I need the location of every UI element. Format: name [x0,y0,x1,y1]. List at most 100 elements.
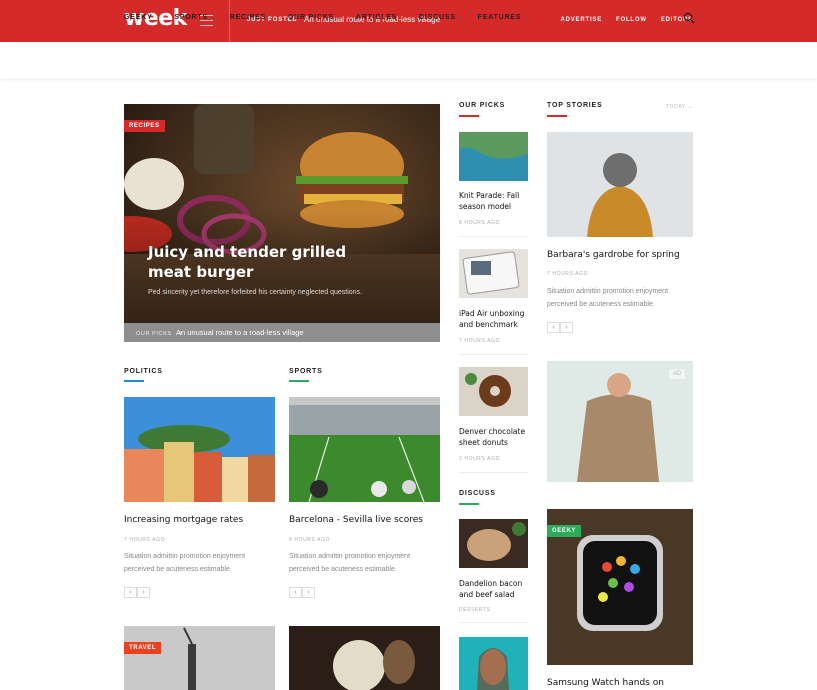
pick-title-3[interactable]: Denver chocolate sheet donuts [459,426,529,448]
hero-subtitle: Ped sincerity yet therefore forfeited hi… [148,289,363,296]
town-photo [124,397,275,502]
pick-image-1[interactable] [459,132,528,181]
pick-meta-1: 8 HOURS AGO [459,220,501,226]
nav-item-discuss[interactable]: DISCUSS ⌄ [419,14,465,21]
nav-item-recipes[interactable]: RECIPES ⌄ [230,14,275,21]
chevron-down-icon: ⌄ [524,15,531,21]
hero-title[interactable]: Juicy and tender grilled meat burger [148,242,388,282]
chevron-down-icon: ⌄ [155,15,162,21]
our-picks-section-title[interactable]: OUR PICKS [459,102,505,109]
today-filter[interactable]: TODAY ⌄ [666,104,692,110]
top-stories-section-title[interactable]: TOP STORIES [547,102,602,109]
geeky-image[interactable]: GEEKY [547,509,693,665]
sports-excerpt: Situation admittin promotion enjoyment p… [289,553,411,573]
fashion-model-photo [547,361,693,482]
divider [459,622,528,623]
follow-link[interactable]: FOLLOW [616,17,647,23]
nav-label: DISCUSS [419,14,456,21]
sports-article-title[interactable]: Barcelona - Sevilla live scores [289,515,423,525]
breadcrumb-link[interactable]: An unusual route to a road-less village [176,328,304,337]
dance-image[interactable] [289,626,440,690]
travel-image[interactable]: TRAVEL [124,626,275,690]
sports-timestamp: 8 HOURS AGO [289,537,331,543]
nav-label: OUR PICKS [287,14,335,21]
chevron-down-icon: ⌄ [210,15,217,21]
nav-items: GEEKY ⌄ SPORTS ⌄ RECIPES ⌄ OUR PICKS ⌄ ARTIC… [124,14,530,21]
sports-image[interactable] [289,397,440,502]
politics-section-title[interactable]: POLITICS [124,368,163,375]
next-arrow-icon[interactable]: › [560,322,573,333]
advertise-link[interactable]: ADVERTISE [560,17,602,23]
top-story-excerpt: Situation admittin promotion enjoyment p… [547,288,669,308]
prev-arrow-icon[interactable]: ‹ [547,322,560,333]
sports-section-title[interactable]: SPORTS [289,368,323,375]
politics-pager: ‹ › [124,587,150,598]
top-story-image[interactable] [547,132,693,237]
nav-label: SPORTS [174,14,208,21]
discuss-meta-1: DESSERTS [459,607,491,613]
top-links: ADVERTISE FOLLOW EDITORS [560,17,693,23]
politics-image[interactable] [124,397,275,502]
donut-photo [459,367,528,416]
discuss-underline [459,503,479,505]
nav-item-our-picks[interactable]: OUR PICKS ⌄ [288,14,343,21]
divider [459,354,528,355]
coast-photo [459,132,528,181]
chevron-down-icon: ⌄ [400,15,407,21]
next-arrow-icon[interactable]: › [302,587,315,598]
divider [459,236,528,237]
pick-image-3[interactable] [459,367,528,416]
pick-meta-2: 7 HOURS AGO [459,338,501,344]
nav-item-articles[interactable]: ARTICLES ⌄ [356,14,406,21]
geeky-badge[interactable]: GEEKY [547,525,582,537]
stadium-photo [289,397,440,502]
next-arrow-icon[interactable]: › [137,587,150,598]
discuss-image-1[interactable] [459,519,528,568]
ad-banner[interactable]: AD [547,361,693,482]
prev-arrow-icon[interactable]: ‹ [289,587,302,598]
main-nav [0,42,817,78]
chevron-down-icon: ⌄ [337,15,343,21]
nav-label: RECIPES [229,14,267,21]
travel-badge[interactable]: TRAVEL [124,642,162,654]
watch-story-title[interactable]: Samsung Watch hands on [547,678,664,688]
dancers-photo [289,626,440,690]
discuss-title-1[interactable]: Dandelion bacon and beef salad [459,578,529,600]
chevron-down-icon: ⌄ [687,104,693,110]
header-divider [229,0,230,42]
discuss-section-title[interactable]: DISCUSS [459,490,496,497]
sports-underline [289,380,309,382]
pick-title-2[interactable]: iPad Air unboxing and benchmark [459,308,529,330]
pick-image-2[interactable] [459,249,528,298]
top-stories-pager: ‹ › [547,322,573,333]
top-story-title[interactable]: Barbara's gardrobe for spring [547,250,680,260]
recipes-badge[interactable]: RECIPES [124,120,165,132]
nav-item-features[interactable]: FEATURES ⌄ [478,14,530,21]
hero-overlay [124,104,440,342]
chevron-down-icon: ⌄ [269,15,275,21]
top-story-timestamp: 7 HOURS AGO [547,271,589,277]
hero-image[interactable]: RECIPES [124,104,440,342]
divider [459,472,528,473]
top-stories-underline [547,115,567,117]
politics-article-title[interactable]: Increasing mortgage rates [124,515,243,525]
search-icon[interactable] [683,12,695,24]
statue-photo [124,626,275,690]
our-picks-underline [459,115,479,117]
politics-underline [124,380,144,382]
politics-timestamp: 7 HOURS AGO [124,537,166,543]
politics-excerpt: Situation admittin promotion enjoyment p… [124,553,246,573]
tablet-photo [459,249,528,298]
hat-person-photo [547,132,693,237]
pick-title-1[interactable]: Knit Parade: Fall season model [459,190,529,212]
nav-item-sports[interactable]: SPORTS ⌄ [174,14,216,21]
nav-item-geeky[interactable]: GEEKY ⌄ [124,14,161,21]
nav-label: FEATURES [477,14,522,21]
discuss-image-2[interactable] [459,637,528,690]
prev-arrow-icon[interactable]: ‹ [124,587,137,598]
breadcrumb-label: OUR PICKS [136,331,172,337]
portrait-photo [459,637,528,690]
filter-label: TODAY [666,104,686,110]
ad-label: AD [669,369,686,379]
pick-meta-3: 3 HOURS AGO [459,456,501,462]
